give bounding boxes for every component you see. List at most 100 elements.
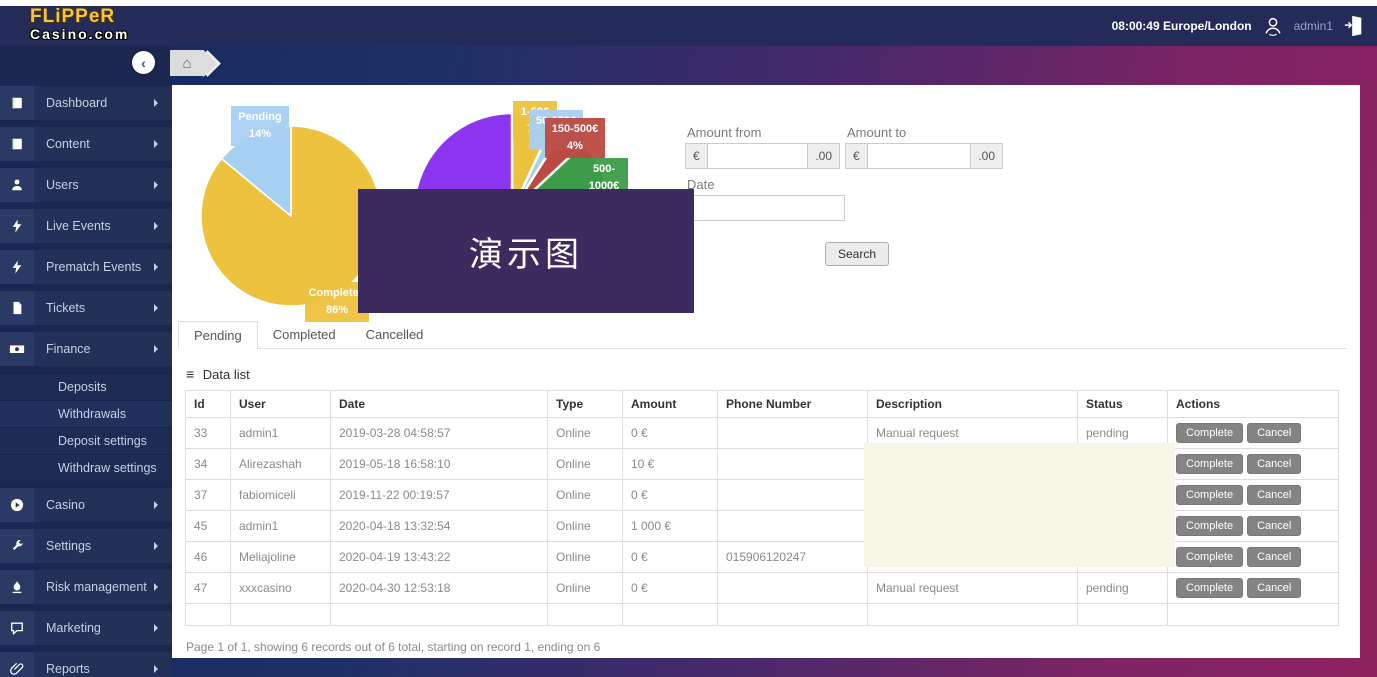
sidebar-item-deposits[interactable]: Deposits: [0, 373, 172, 400]
redaction-overlay: [864, 443, 1175, 567]
cell-date: 2019-03-28 04:58:57: [331, 418, 548, 449]
amount-to-input[interactable]: [867, 143, 972, 169]
search-button[interactable]: Search: [825, 242, 889, 266]
sidebar-item-live-events[interactable]: Live Events: [0, 209, 172, 243]
menu-icon[interactable]: ≡: [186, 366, 194, 382]
cancel-button[interactable]: Cancel: [1247, 578, 1301, 598]
chevron-right-icon: [154, 127, 172, 161]
content-icon: [0, 127, 34, 161]
column-header: Date: [331, 391, 548, 418]
cell-user: admin1: [231, 511, 331, 542]
sidebar-item-tickets[interactable]: Tickets: [0, 291, 172, 325]
cell-user: Alirezashah: [231, 449, 331, 480]
chevron-right-icon: [154, 250, 172, 284]
cell-amount: 0 €: [623, 418, 718, 449]
cell-id: 46: [186, 542, 231, 573]
sidebar-item-users[interactable]: Users: [0, 168, 172, 202]
casino-icon: [0, 488, 34, 522]
sidebar-item-settings[interactable]: Settings: [0, 529, 172, 563]
sidebar-item-label: Withdraw settings: [46, 461, 172, 475]
sidebar-item-prematch-events[interactable]: Prematch Events: [0, 250, 172, 284]
sidebar-item-label: Finance: [34, 332, 154, 366]
demo-watermark: 演示图: [358, 189, 694, 313]
sidebar-item-marketing[interactable]: Marketing: [0, 611, 172, 645]
live-events-icon: [0, 209, 34, 243]
tab-pending[interactable]: Pending: [178, 321, 258, 349]
table-row: 47xxxcasino2020-04-30 12:53:18Online0 €M…: [186, 573, 1339, 604]
cell-amount: 0 €: [623, 542, 718, 573]
cell-type: Online: [548, 573, 623, 604]
sidebar-item-label: Users: [34, 168, 154, 202]
chevron-right-icon: [154, 570, 172, 604]
sidebar-item-casino[interactable]: Casino: [0, 488, 172, 522]
reports-icon: [0, 652, 34, 677]
amount-from-group: € .00: [685, 143, 840, 169]
user-avatar-icon[interactable]: [1262, 15, 1284, 37]
risk-management-icon: [0, 570, 34, 604]
complete-button[interactable]: Complete: [1176, 423, 1243, 443]
tab-cancelled[interactable]: Cancelled: [351, 321, 439, 349]
currency-prefix: €: [685, 143, 707, 169]
chevron-right-icon: [154, 209, 172, 243]
home-icon: ⌂: [182, 55, 191, 72]
prematch-events-icon: [0, 250, 34, 284]
cell-user: Meliajoline: [231, 542, 331, 573]
sidebar-item-finance[interactable]: Finance: [0, 332, 172, 366]
cell-user: xxxcasino: [231, 573, 331, 604]
watermark-text: 演示图: [469, 227, 583, 276]
complete-button[interactable]: Complete: [1176, 516, 1243, 536]
sidebar-item-content[interactable]: Content: [0, 127, 172, 161]
amount-from-input[interactable]: [707, 143, 809, 169]
sidebar-item-label: Casino: [34, 488, 154, 522]
sidebar-collapse-button[interactable]: ‹: [132, 51, 155, 74]
sidebar-item-label: Content: [34, 127, 154, 161]
decimals-suffix: .00: [808, 143, 840, 169]
complete-button[interactable]: Complete: [1176, 578, 1243, 598]
complete-button[interactable]: Complete: [1176, 454, 1243, 474]
cell-actions: CompleteCancel: [1168, 418, 1339, 449]
cell-id: 33: [186, 418, 231, 449]
casino-logo[interactable]: FLiPPeR Casino.com: [30, 7, 129, 41]
sidebar-item-dashboard[interactable]: Dashboard: [0, 86, 172, 120]
cell-amount: 0 €: [623, 573, 718, 604]
cell-type: Online: [548, 542, 623, 573]
sidebar-item-label: Live Events: [34, 209, 154, 243]
sidebar-item-withdraw-settings[interactable]: Withdraw settings: [0, 454, 172, 481]
sidebar-item-withdrawals[interactable]: Withdrawals: [0, 400, 172, 427]
date-input[interactable]: [685, 195, 845, 221]
cell-type: Online: [548, 449, 623, 480]
column-header: Phone Number: [718, 391, 868, 418]
sidebar-item-reports[interactable]: Reports: [0, 652, 172, 677]
sidebar-item-deposit-settings[interactable]: Deposit settings: [0, 427, 172, 454]
logout-icon[interactable]: [1343, 14, 1365, 38]
cancel-button[interactable]: Cancel: [1247, 454, 1301, 474]
cell-status: pending: [1078, 573, 1168, 604]
chevron-right-icon: [154, 652, 172, 677]
currency-prefix: €: [845, 143, 867, 169]
chevron-right-icon: [154, 529, 172, 563]
cancel-button[interactable]: Cancel: [1247, 516, 1301, 536]
sidebar-item-label: Dashboard: [34, 86, 154, 120]
cancel-button[interactable]: Cancel: [1247, 547, 1301, 567]
complete-button[interactable]: Complete: [1176, 547, 1243, 567]
finance-icon: [0, 332, 34, 366]
cancel-button[interactable]: Cancel: [1247, 485, 1301, 505]
sidebar-item-risk-management[interactable]: Risk management: [0, 570, 172, 604]
chevron-right-icon: [154, 488, 172, 522]
main-panel: Pending14% Completed86% 1-50€7% 50-150€2…: [172, 85, 1360, 658]
amount-from-label: Amount from: [687, 125, 761, 140]
cell-type: Online: [548, 480, 623, 511]
sidebar: Dashboard Content Users Live Events Prematch…: [0, 46, 172, 660]
complete-button[interactable]: Complete: [1176, 485, 1243, 505]
username-label[interactable]: admin1: [1294, 19, 1333, 33]
users-icon: [0, 168, 34, 202]
tab-completed[interactable]: Completed: [258, 321, 351, 349]
cell-date: 2020-04-19 13:43:22: [331, 542, 548, 573]
cell-id: 37: [186, 480, 231, 511]
cell-amount: 0 €: [623, 480, 718, 511]
clock-timezone: 08:00:49 Europe/London: [1112, 19, 1252, 33]
cancel-button[interactable]: Cancel: [1247, 423, 1301, 443]
cell-amount: 1 000 €: [623, 511, 718, 542]
settings-icon: [0, 529, 34, 563]
column-header: Type: [548, 391, 623, 418]
